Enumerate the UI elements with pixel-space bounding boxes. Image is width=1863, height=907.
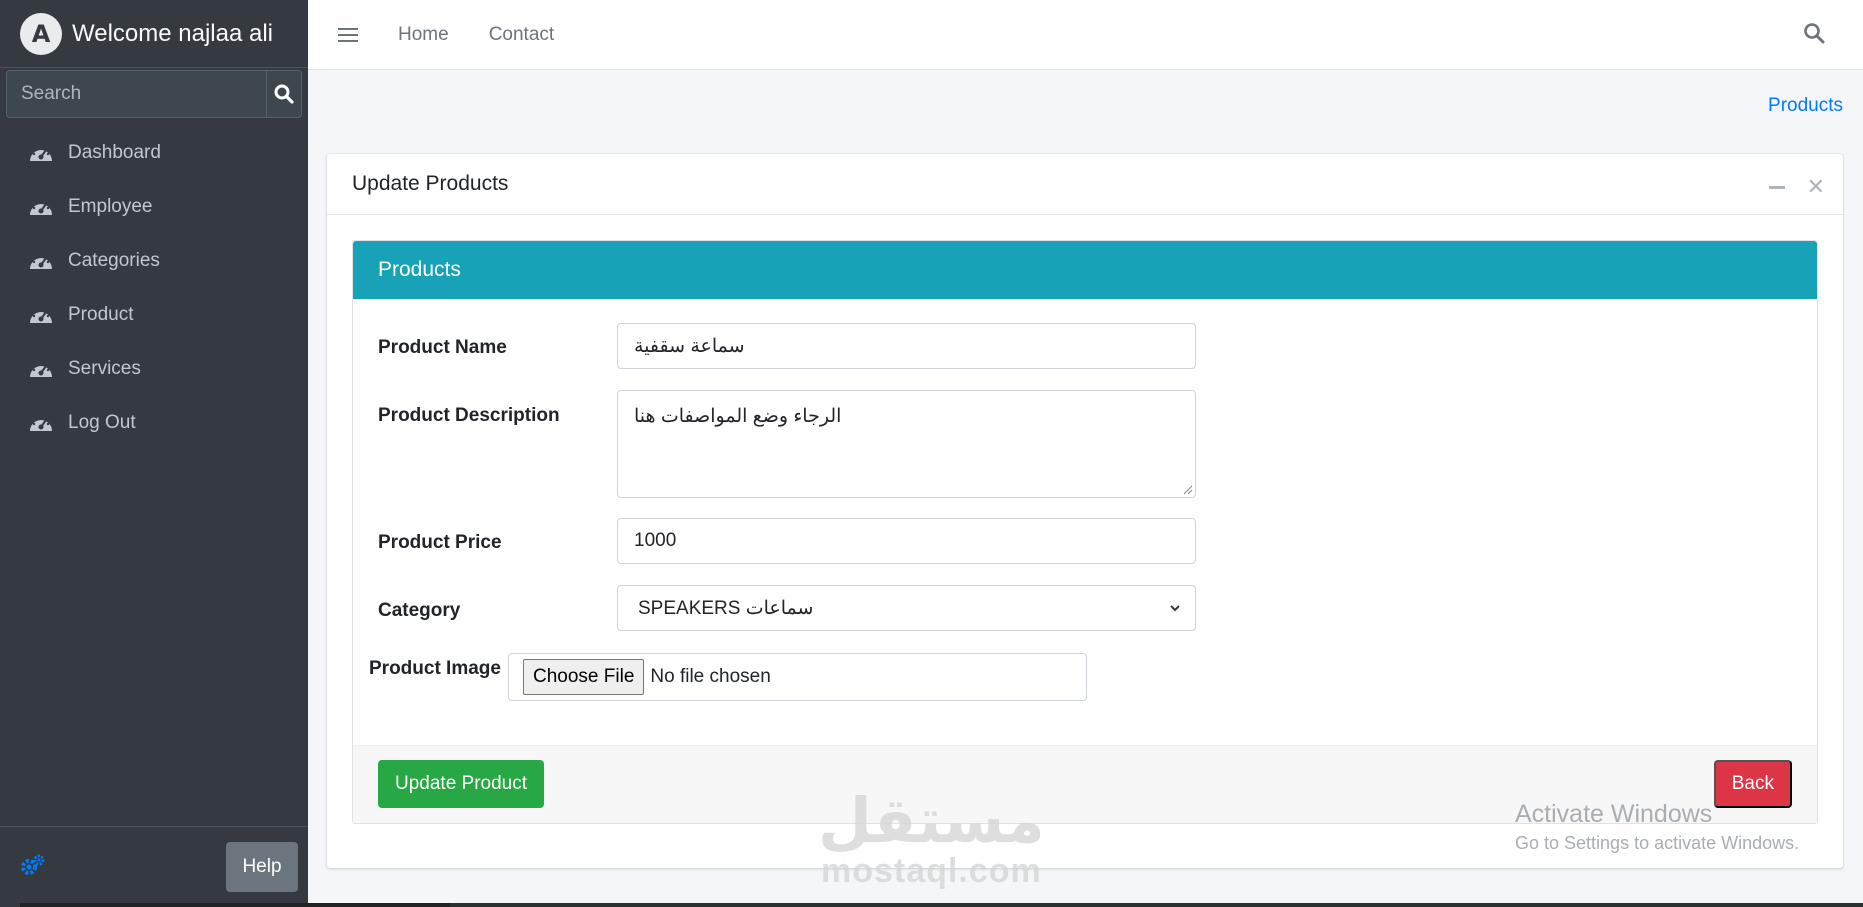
card-header: Update Products ✕ [327,154,1843,215]
sidebar-item-label: Log Out [68,412,136,433]
sidebar-nav: Dashboard Employee Categories Product Se… [0,126,308,450]
sidebar-item-label: Dashboard [68,142,161,163]
product-name-label: Product Name [378,337,507,358]
chevron-down-icon [1170,605,1180,612]
product-price-label: Product Price [378,532,502,553]
tachometer-icon [28,356,54,382]
sidebar-search-input[interactable] [6,70,266,118]
watermark-arabic: مستقل [818,784,1045,857]
activate-windows-subtitle: Go to Settings to activate Windows. [1515,833,1800,853]
tachometer-icon [28,248,54,274]
taskbar-edge-right [450,903,1863,907]
product-description-value: الرجاء وضع المواصفات هنا [634,406,842,427]
update-products-card: Update Products ✕ Products Product Name … [327,154,1843,868]
sidebar-item-categories[interactable]: Categories [0,234,308,288]
sidebar-item-label: Employee [68,196,153,217]
tachometer-icon [28,302,54,328]
navbar-search-icon[interactable] [1803,22,1825,49]
sidebar-item-product[interactable]: Product [0,288,308,342]
sidebar-item-employee[interactable]: Employee [0,180,308,234]
product-name-input[interactable]: سماعة سقفية [617,323,1196,369]
sidebar-item-label: Services [68,358,141,379]
category-value: SPEAKERS سماعات [638,597,814,619]
card-title: Update Products [352,172,509,195]
taskbar-edge [20,903,450,907]
tachometer-icon [28,194,54,220]
nav-link-contact[interactable]: Contact [489,24,554,46]
top-navbar: Home Contact [308,0,1863,70]
product-image-label: Product Image [369,658,501,679]
product-image-file-input[interactable]: Choose File No file chosen [508,653,1087,701]
sidebar-search-button[interactable] [266,70,302,118]
sidebar-item-services[interactable]: Services [0,342,308,396]
card-tools: ✕ [1768,176,1825,198]
brand-logo: A [20,12,62,55]
close-icon[interactable]: ✕ [1807,176,1825,198]
panel-title: Products [353,241,1817,299]
welcome-text: Welcome najlaa ali [72,19,273,47]
breadcrumb-products[interactable]: Products [1768,95,1843,117]
sidebar-item-label: Product [68,304,134,325]
sidebar-footer: Help [0,826,308,907]
category-label: Category [378,600,461,621]
activate-windows-title: Activate Windows [1515,800,1713,828]
product-description-label: Product Description [378,405,560,426]
brand[interactable]: A Welcome najlaa ali [0,0,308,68]
product-price-value: 1000 [634,530,677,551]
product-description-textarea[interactable]: الرجاء وضع المواصفات هنا [617,390,1196,498]
help-button[interactable]: Help [226,842,298,892]
products-panel: Products Product Name سماعة سقفية Produc… [352,240,1818,824]
choose-file-button[interactable]: Choose File [523,659,645,695]
nav-link-home[interactable]: Home [398,24,449,46]
sidebar-item-logout[interactable]: Log Out [0,396,308,450]
watermark-site: mostaql.com [821,852,1042,890]
sidebar: A Welcome najlaa ali Dashboard Employee … [0,0,308,907]
cogs-icon[interactable] [20,853,46,882]
product-price-input[interactable]: 1000 [617,518,1196,564]
back-button[interactable]: Back [1713,760,1792,808]
sidebar-item-dashboard[interactable]: Dashboard [0,126,308,180]
collapse-icon[interactable] [1768,185,1785,189]
update-product-button[interactable]: Update Product [378,760,545,808]
product-name-value: سماعة سقفية [634,335,745,357]
sidebar-search [6,70,302,118]
tachometer-icon [28,140,54,166]
brand-logo-letter: A [31,19,51,48]
resize-handle-icon[interactable] [1183,485,1193,495]
hamburger-menu-icon[interactable] [338,27,358,42]
category-select[interactable]: SPEAKERS سماعات [617,585,1196,631]
sidebar-item-label: Categories [68,250,160,271]
file-status: No file chosen [650,666,771,687]
search-icon [274,84,294,104]
mostaql-watermark: مستقل mostaql.com [818,790,1045,891]
tachometer-icon [28,410,54,436]
